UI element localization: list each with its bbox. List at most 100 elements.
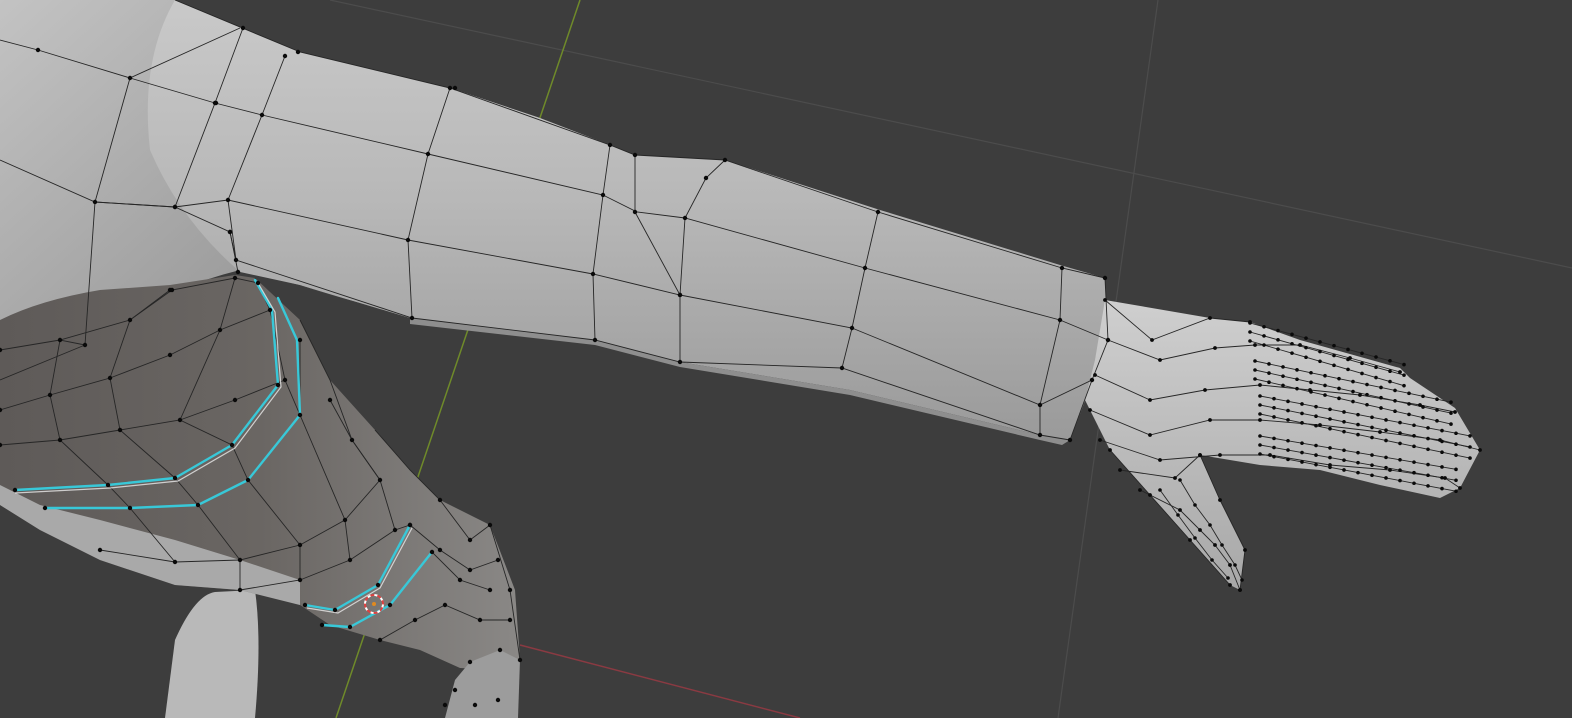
mesh-vertex bbox=[97, 547, 103, 553]
mesh-vertex bbox=[722, 157, 728, 163]
mesh-vertex bbox=[1198, 528, 1202, 532]
mesh-vertex bbox=[1412, 470, 1416, 475]
mesh-vertex bbox=[1453, 410, 1457, 414]
mesh-vertex bbox=[1435, 408, 1439, 412]
mesh-vertex bbox=[172, 475, 178, 481]
mesh-vertex bbox=[319, 622, 325, 628]
mesh-vertex bbox=[1148, 398, 1152, 402]
mesh-vertex bbox=[1388, 369, 1392, 374]
mesh-vertex bbox=[1228, 583, 1232, 587]
mesh-vertex bbox=[1208, 316, 1212, 320]
mesh-vertex bbox=[127, 317, 133, 323]
mesh-vertex bbox=[1454, 489, 1458, 494]
mesh-vertex bbox=[1407, 402, 1411, 406]
mesh-vertex bbox=[1374, 365, 1378, 370]
mesh-vertex bbox=[1398, 468, 1402, 473]
mesh-vertex bbox=[1102, 275, 1108, 281]
mesh-vertex bbox=[1421, 415, 1425, 420]
mesh-vertex bbox=[1360, 351, 1364, 356]
mesh-vertex bbox=[1449, 422, 1453, 426]
mesh-vertex bbox=[1454, 467, 1458, 472]
mesh-vertex bbox=[1378, 430, 1382, 434]
mesh-vertex bbox=[495, 557, 501, 563]
mesh-vertex bbox=[105, 482, 111, 488]
mesh-vertex bbox=[1421, 394, 1425, 399]
mesh-vertex bbox=[1440, 439, 1444, 444]
mesh-vertex bbox=[437, 497, 443, 503]
mesh-vertex bbox=[1286, 408, 1290, 413]
mesh-vertex bbox=[607, 142, 613, 148]
mesh-vertex bbox=[1449, 411, 1453, 415]
mesh-vertex bbox=[240, 25, 246, 31]
mesh-vertex bbox=[1262, 324, 1266, 329]
mesh-vertex bbox=[1220, 543, 1224, 547]
mesh-vertex bbox=[412, 617, 418, 623]
mesh-vertex bbox=[1203, 388, 1207, 392]
mesh-vertex bbox=[1314, 443, 1318, 448]
mesh-vertex bbox=[1106, 338, 1110, 342]
mesh-vertex bbox=[677, 292, 683, 298]
mesh-vertex bbox=[1276, 328, 1280, 333]
mesh-vertex bbox=[1193, 503, 1197, 507]
mesh-vertex bbox=[590, 271, 596, 277]
mesh-vertex bbox=[1088, 408, 1092, 412]
mesh-vertex bbox=[1318, 349, 1322, 354]
mesh-vertex bbox=[1384, 438, 1388, 443]
mesh-vertex bbox=[442, 602, 448, 608]
mesh-vertex bbox=[1268, 453, 1272, 457]
mesh-vertex bbox=[1309, 370, 1313, 375]
mesh-vertex bbox=[1458, 486, 1462, 490]
mesh-vertex bbox=[1150, 338, 1154, 342]
mesh-vertex bbox=[217, 327, 223, 333]
mesh-vertex bbox=[1213, 543, 1217, 547]
mesh-vertex bbox=[1272, 396, 1276, 401]
mesh-vertex bbox=[1454, 478, 1458, 483]
mesh-vertex bbox=[377, 477, 383, 483]
mesh-vertex bbox=[1468, 445, 1472, 449]
mesh-vertex bbox=[437, 547, 443, 553]
mesh-vertex bbox=[1454, 453, 1458, 457]
mesh-vertex bbox=[1449, 400, 1453, 404]
mesh-vertex bbox=[1208, 523, 1212, 527]
mesh-vertex bbox=[467, 537, 473, 543]
mesh-vertex bbox=[127, 505, 133, 511]
mesh-vertex bbox=[1158, 488, 1162, 492]
mesh-vertex bbox=[1314, 423, 1318, 428]
mesh-vertex bbox=[1412, 423, 1416, 428]
mesh-vertex bbox=[600, 192, 606, 198]
mesh-vertex bbox=[1253, 359, 1257, 363]
mesh-vertex bbox=[1370, 473, 1374, 478]
mesh-vertex bbox=[1262, 334, 1266, 338]
mesh-vertex bbox=[1323, 373, 1327, 378]
mesh-vertex bbox=[35, 47, 41, 53]
mesh-vertex bbox=[327, 397, 333, 403]
mesh-vertex bbox=[1426, 484, 1430, 488]
mesh-vertex bbox=[349, 437, 355, 443]
mesh-vertex bbox=[1393, 399, 1397, 403]
mesh-vertex bbox=[12, 487, 18, 493]
mesh-vertex bbox=[1158, 358, 1162, 362]
mesh-vertex bbox=[1228, 563, 1232, 567]
mesh-vertex bbox=[1398, 478, 1402, 483]
mesh-vertex bbox=[1398, 441, 1402, 446]
mesh-vertex bbox=[1468, 456, 1472, 460]
mesh-vertex bbox=[1138, 488, 1142, 492]
mesh-vertex bbox=[1346, 367, 1350, 372]
mesh-vertex bbox=[1374, 355, 1378, 359]
mesh-vertex bbox=[1309, 390, 1313, 394]
mesh-vertex bbox=[1356, 470, 1360, 475]
mesh-vertex bbox=[1314, 404, 1318, 409]
3d-viewport[interactable] bbox=[0, 0, 1572, 718]
mesh-vertex bbox=[342, 517, 348, 523]
mesh-vertex bbox=[425, 151, 431, 157]
mesh-vertex bbox=[1158, 458, 1162, 462]
mesh-vertex bbox=[1037, 432, 1043, 438]
mesh-vertex bbox=[1356, 432, 1360, 437]
mesh-vertex bbox=[1272, 436, 1276, 441]
mesh-vertex bbox=[1435, 419, 1439, 423]
mesh-vertex bbox=[117, 427, 123, 433]
mesh-vertex bbox=[1253, 343, 1257, 347]
mesh-vertex bbox=[1218, 453, 1222, 457]
mesh-vertex bbox=[703, 175, 709, 181]
mesh-vertex bbox=[1290, 341, 1294, 346]
